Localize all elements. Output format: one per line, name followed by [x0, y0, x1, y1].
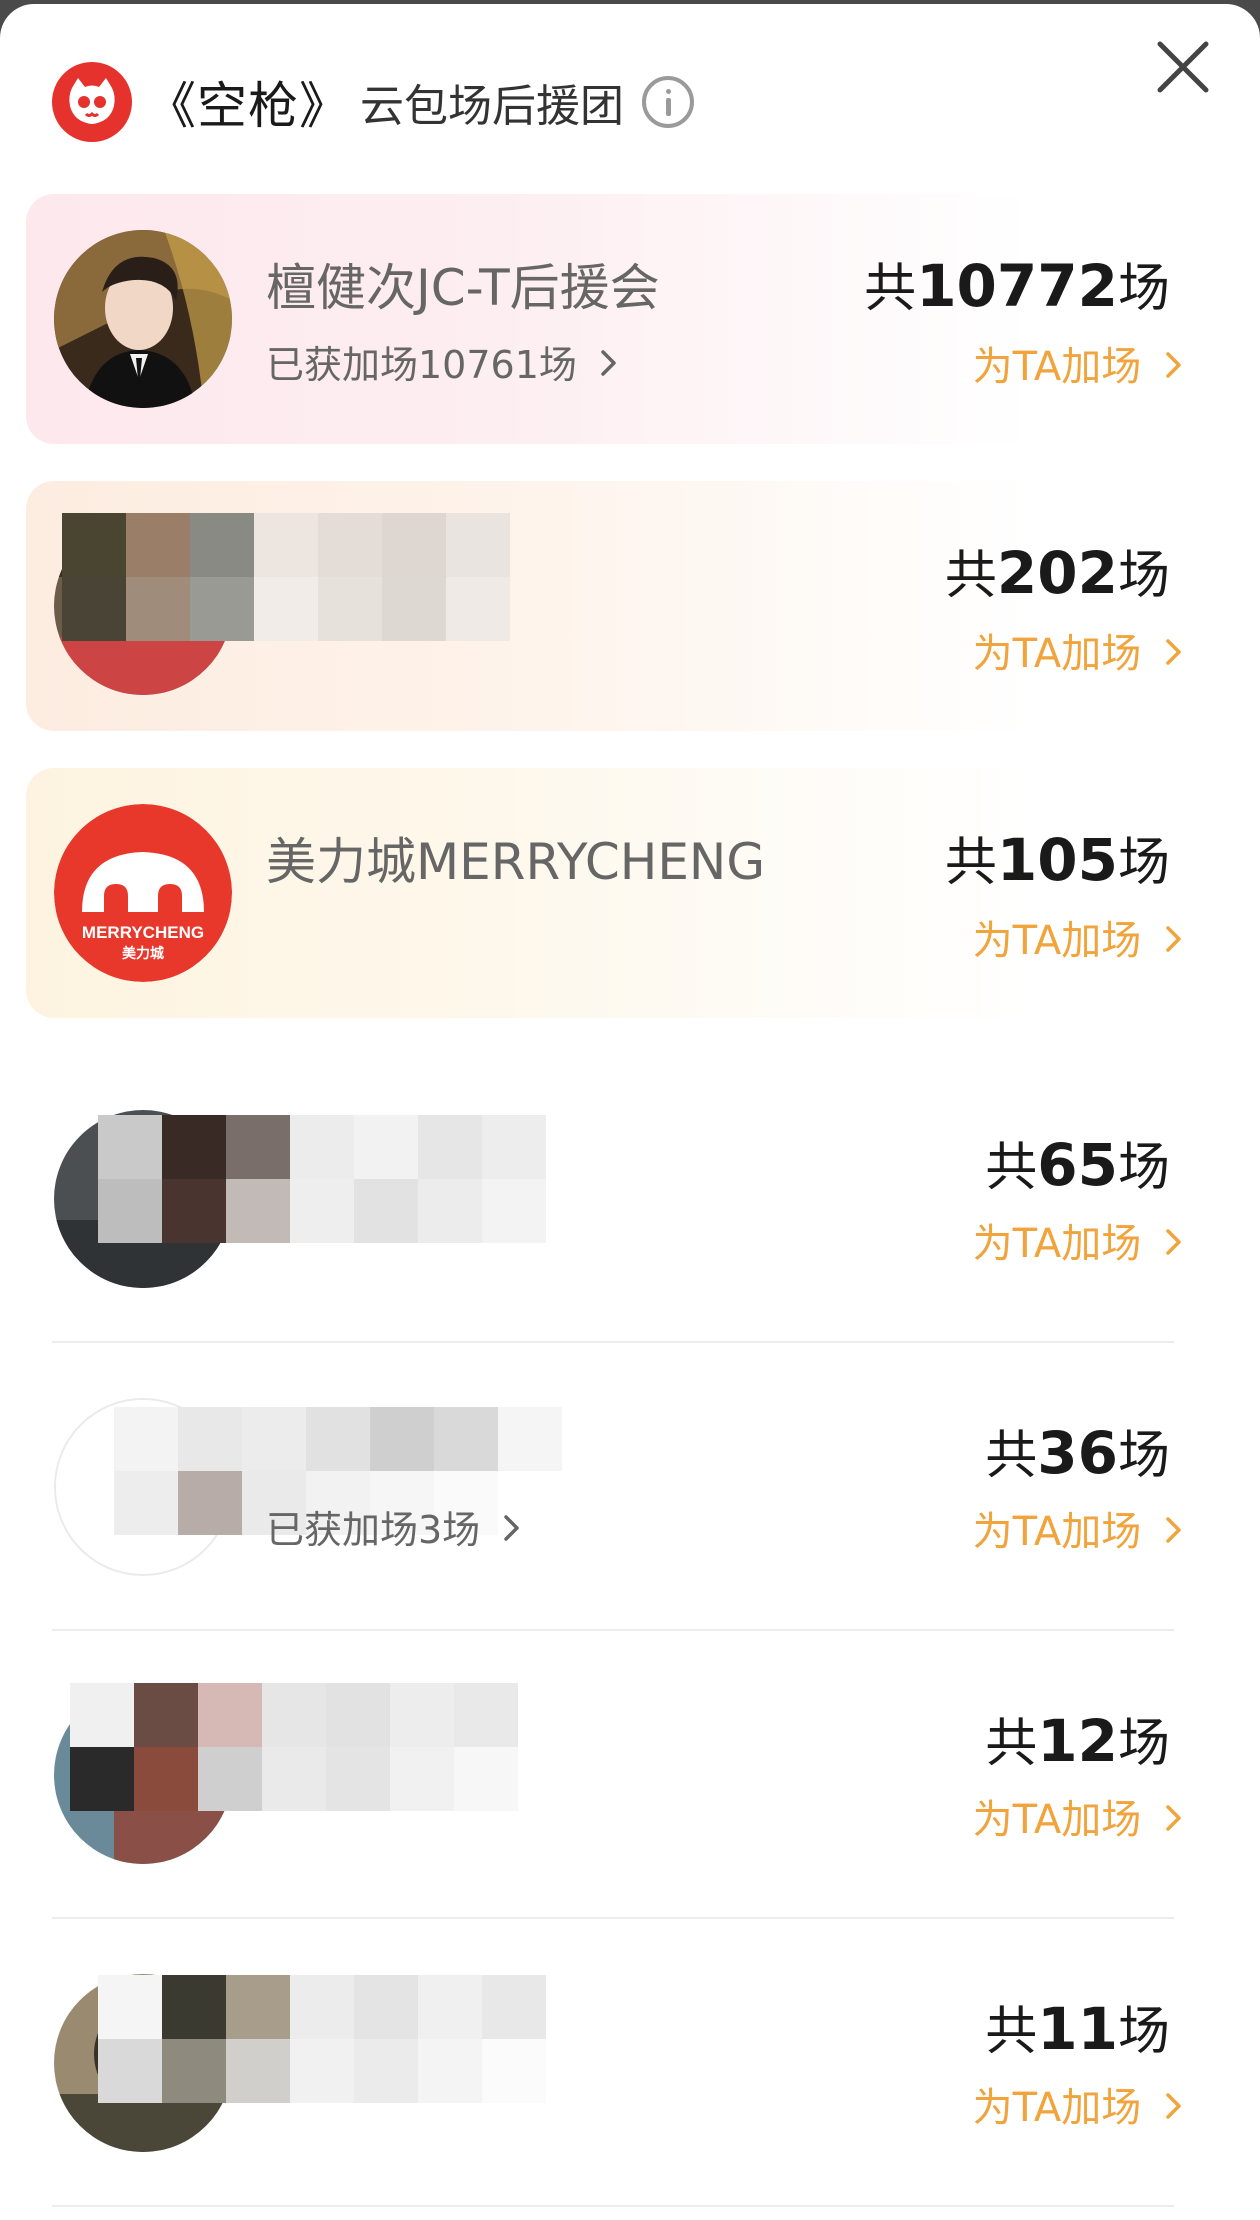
group-name: 美力城MERRYCHENG: [266, 833, 766, 891]
total-count: 11: [1037, 1995, 1118, 2063]
group-row[interactable]: 已获加场3场 共36场 为TA加场: [26, 1343, 1208, 1631]
support-group-sheet: 《空枪》 云包场后援团 檀健次JC-T后援会 已获加场10761场 共10772…: [0, 4, 1260, 2220]
pixelated-redaction: [70, 1683, 518, 1811]
sheet-header: 《空枪》 云包场后援团: [52, 62, 694, 142]
add-session-button[interactable]: 为TA加场: [973, 334, 1184, 392]
total-prefix: 共: [985, 1714, 1038, 1774]
row-divider: [52, 2205, 1174, 2207]
total-suffix: 场: [1117, 1138, 1170, 1198]
avatar: MERRYCHENG 美力城: [54, 804, 232, 982]
add-session-button[interactable]: 为TA加场: [973, 1787, 1184, 1845]
logo-text-en: MERRYCHENG: [82, 923, 204, 942]
total-suffix: 场: [1117, 259, 1170, 319]
logo-text-cn: 美力城: [122, 945, 164, 962]
total-prefix: 共: [864, 259, 917, 319]
gained-sessions-link[interactable]: 已获加场3场: [266, 1499, 522, 1554]
total-prefix: 共: [944, 546, 997, 606]
chevron-right-icon: [1166, 1229, 1181, 1255]
total-prefix: 共: [985, 2002, 1038, 2062]
avatar: [54, 230, 232, 408]
total-suffix: 场: [1117, 1714, 1170, 1774]
add-session-button[interactable]: 为TA加场: [973, 1211, 1184, 1269]
group-row[interactable]: MERRYCHENG 美力城 美力城MERRYCHENG 共105场 为TA加场: [26, 768, 1208, 1018]
add-session-button[interactable]: 为TA加场: [973, 1499, 1184, 1557]
add-session-label: 为TA加场: [972, 918, 1142, 964]
movie-title: 《空枪》: [146, 77, 350, 135]
gained-sessions-text: 已获加场3场: [266, 1508, 481, 1552]
add-session-label: 为TA加场: [972, 1797, 1142, 1843]
add-session-label: 为TA加场: [972, 631, 1142, 677]
gained-sessions-link[interactable]: 已获加场10761场: [266, 334, 619, 389]
total-count: 10772: [916, 252, 1118, 320]
pixelated-redaction: [98, 1115, 546, 1243]
group-row[interactable]: 共11场 为TA加场: [26, 1919, 1208, 2207]
total-suffix: 场: [1117, 2002, 1170, 2062]
total-count: 36: [1037, 1419, 1118, 1487]
total-suffix: 场: [1117, 1426, 1170, 1486]
total-sessions: 共12场: [985, 1701, 1170, 1776]
total-sessions: 共10772场: [864, 246, 1170, 321]
total-sessions: 共65场: [985, 1125, 1170, 1200]
add-session-label: 为TA加场: [972, 2085, 1142, 2131]
chevron-right-icon: [601, 350, 616, 376]
total-count: 202: [996, 539, 1118, 607]
add-session-label: 为TA加场: [972, 1509, 1142, 1555]
total-suffix: 场: [1117, 546, 1170, 606]
total-count: 12: [1037, 1707, 1118, 1775]
support-group-list: 檀健次JC-T后援会 已获加场10761场 共10772场 为TA加场 共202…: [26, 194, 1208, 2207]
total-prefix: 共: [944, 833, 997, 893]
add-session-label: 为TA加场: [972, 1221, 1142, 1267]
total-prefix: 共: [985, 1138, 1038, 1198]
chevron-right-icon: [1166, 639, 1181, 665]
chevron-right-icon: [1166, 352, 1181, 378]
group-row[interactable]: 檀健次JC-T后援会 已获加场10761场 共10772场 为TA加场: [26, 194, 1208, 444]
chevron-right-icon: [1166, 1805, 1181, 1831]
group-row[interactable]: 共65场 为TA加场: [26, 1055, 1208, 1343]
total-sessions: 共11场: [985, 1989, 1170, 2064]
info-icon[interactable]: [642, 76, 694, 128]
group-row[interactable]: 你 共12场 为TA加场: [26, 1631, 1208, 1919]
add-session-button[interactable]: 为TA加场: [973, 908, 1184, 966]
group-row[interactable]: 共202场 为TA加场: [26, 481, 1208, 731]
pixelated-redaction: [62, 513, 510, 641]
total-suffix: 场: [1117, 833, 1170, 893]
close-icon[interactable]: [1150, 34, 1216, 100]
chevron-right-icon: [504, 1515, 520, 1541]
add-session-button[interactable]: 为TA加场: [973, 621, 1184, 679]
total-prefix: 共: [985, 1426, 1038, 1486]
sheet-subtitle: 云包场后援团: [360, 81, 624, 132]
pixelated-redaction: [98, 1975, 546, 2103]
total-sessions: 共105场: [945, 820, 1170, 895]
add-session-label: 为TA加场: [972, 344, 1142, 390]
total-count: 105: [996, 826, 1118, 894]
gained-sessions-text: 已获加场10761场: [266, 343, 577, 387]
maoyan-logo-icon: [52, 62, 132, 142]
total-sessions: 共202场: [945, 533, 1170, 608]
chevron-right-icon: [1166, 1517, 1181, 1543]
total-count: 65: [1037, 1131, 1118, 1199]
total-sessions: 共36场: [985, 1413, 1170, 1488]
group-name: 檀健次JC-T后援会: [266, 259, 660, 317]
add-session-button[interactable]: 为TA加场: [973, 2075, 1184, 2133]
chevron-right-icon: [1166, 926, 1181, 952]
chevron-right-icon: [1166, 2093, 1181, 2119]
